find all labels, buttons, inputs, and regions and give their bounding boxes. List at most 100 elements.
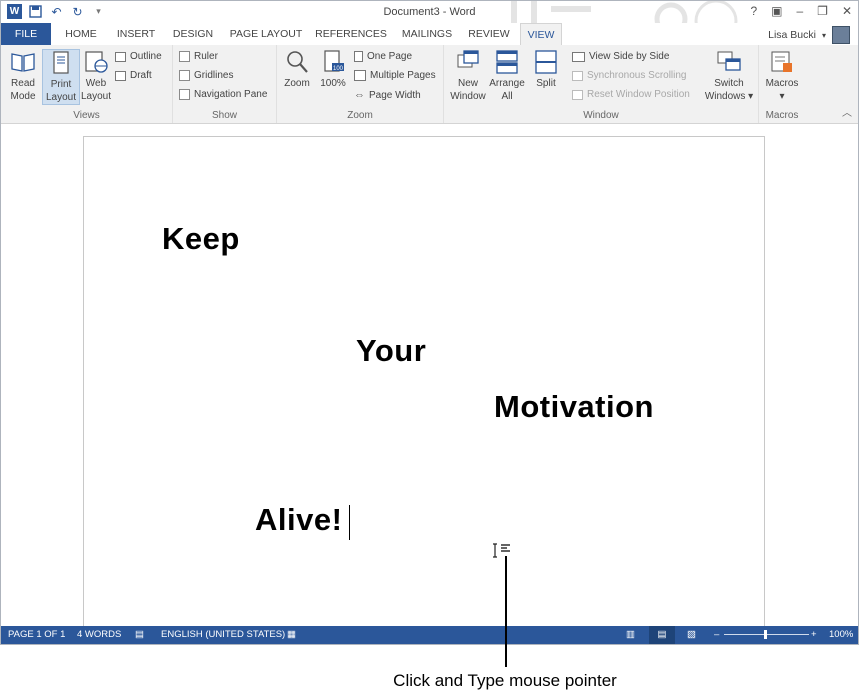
zoom-out-button[interactable]: – [714,629,719,640]
new-window-button[interactable]: New Window [448,49,488,103]
draft-icon [115,70,126,81]
view-side-by-side-label: View Side by Side [589,51,670,62]
macro-recording-icon[interactable]: ▦ [287,629,296,640]
multiple-pages-label: Multiple Pages [370,70,436,81]
document-page[interactable] [83,136,765,636]
read-mode-button[interactable]: Read Mode [5,49,41,103]
group-label-macros: Macros [765,110,799,121]
zoom-in-button[interactable]: + [811,629,817,640]
draft-label: Draft [130,70,152,81]
zoom-slider-thumb[interactable] [764,630,767,639]
chevron-down-icon[interactable]: ▾ [822,31,826,40]
arrange-all-label-1: Arrange [489,78,525,89]
outline-button[interactable]: Outline [115,51,162,62]
split-button[interactable]: Split [527,49,565,90]
close-icon[interactable]: ✕ [842,4,852,18]
group-views: Read Mode Print Layout Web Layout Outlin… [1,45,173,123]
proofing-icon[interactable]: ▤ [135,629,144,640]
page-count[interactable]: PAGE 1 OF 1 [8,629,65,640]
arrange-all-label-2: All [501,91,513,102]
draft-button[interactable]: Draft [115,70,152,81]
text-caret [349,505,350,540]
one-page-button[interactable]: One Page [354,51,412,62]
web-layout-label-1: Web [85,78,107,89]
tab-home[interactable]: HOME [63,23,99,45]
ribbon-tabs: FILE HOME INSERT DESIGN PAGE LAYOUT REFE… [1,23,858,45]
ribbon-display-options-icon[interactable]: ▣ [771,4,782,18]
checkbox-icon[interactable] [179,89,190,100]
print-layout-label-1: Print [50,79,72,90]
gridlines-label: Gridlines [194,70,234,81]
gridlines-checkbox[interactable]: Gridlines [179,70,233,81]
print-layout-label-2: Layout [45,92,77,103]
ruler-checkbox[interactable]: Ruler [179,51,218,62]
sync-scroll-icon [572,70,583,81]
read-mode-icon [11,53,35,72]
document-word-alive: Alive! [255,502,343,537]
group-label-views: Views [73,110,100,121]
web-layout-icon [85,51,108,73]
word-count[interactable]: 4 WORDS [77,629,121,640]
group-label-window: Window [583,110,619,121]
synchronous-scrolling-button[interactable]: Synchronous Scrolling [572,70,687,81]
read-mode-view-icon[interactable]: ▥ [626,629,635,640]
reset-window-position-button[interactable]: Reset Window Position [572,89,690,100]
tab-references[interactable]: REFERENCES [315,23,387,45]
view-side-by-side-button[interactable]: View Side by Side [572,51,669,62]
web-layout-view-icon[interactable]: ▧ [687,629,696,640]
checkbox-icon[interactable] [179,51,190,62]
tab-file[interactable]: FILE [1,23,51,45]
callout-line [505,556,507,667]
checkbox-icon[interactable] [179,70,190,81]
group-zoom: Zoom 100 100% One Page Multiple Pages ⇔ … [277,45,444,123]
status-bar: PAGE 1 OF 1 4 WORDS ▤ ENGLISH (UNITED ST… [1,626,858,644]
click-and-type-pointer-icon [493,543,510,558]
new-window-label-1: New [457,78,478,89]
magnifier-icon [287,51,308,73]
tab-page-layout[interactable]: PAGE LAYOUT [229,23,303,45]
print-layout-view-icon[interactable]: ▤ [649,626,675,644]
page-width-label: Page Width [369,89,421,101]
zoom-label: Zoom [284,78,310,89]
group-macros: Macros ▾ Macros [759,45,805,123]
group-label-show: Show [211,110,237,121]
avatar[interactable] [832,26,850,44]
zoom-100-button[interactable]: 100 100% [315,49,351,90]
document-word-motivation: Motivation [494,389,654,424]
web-layout-label-2: Layout [80,91,112,102]
minimize-icon[interactable]: – [796,4,803,18]
macros-button[interactable]: Macros ▾ [763,49,801,103]
multiple-pages-icon [354,70,366,81]
switch-windows-button[interactable]: Switch Windows ▾ [704,49,754,103]
help-icon[interactable]: ? [750,4,757,18]
arrange-all-button[interactable]: Arrange All [488,49,526,103]
switch-windows-label-2: Windows ▾ [704,91,754,102]
zoom-level[interactable]: 100% [829,629,853,640]
reset-window-position-label: Reset Window Position [587,89,690,100]
tab-design[interactable]: DESIGN [171,23,215,45]
zoom-button[interactable]: Zoom [279,49,315,90]
read-mode-label-1: Read [11,78,35,89]
switch-windows-icon [717,51,741,71]
switch-windows-label-1: Switch [714,78,744,89]
group-window: New Window Arrange All Split View Side b… [444,45,759,123]
split-label: Split [536,78,556,89]
document-area[interactable] [1,124,858,636]
user-name[interactable]: Lisa Bucki [768,29,816,41]
collapse-ribbon-icon[interactable]: ︿ [842,104,852,119]
page-width-button[interactable]: ⇔ Page Width [354,89,421,101]
tab-review[interactable]: REVIEW [466,23,512,45]
navigation-pane-checkbox[interactable]: Navigation Pane [179,89,267,100]
restore-icon[interactable]: ❐ [817,4,828,18]
user-account[interactable]: Lisa Bucki ▾ [768,26,850,44]
new-window-icon [457,50,479,68]
tab-insert[interactable]: INSERT [114,23,158,45]
tab-view[interactable]: VIEW [520,23,562,45]
web-layout-button[interactable]: Web Layout [78,49,114,103]
macros-label-2: ▾ [779,91,785,102]
print-layout-button[interactable]: Print Layout [42,49,80,105]
document-word-keep: Keep [162,221,240,256]
tab-mailings[interactable]: MAILINGS [398,23,456,45]
multiple-pages-button[interactable]: Multiple Pages [354,70,436,81]
language[interactable]: ENGLISH (UNITED STATES) [161,629,285,640]
